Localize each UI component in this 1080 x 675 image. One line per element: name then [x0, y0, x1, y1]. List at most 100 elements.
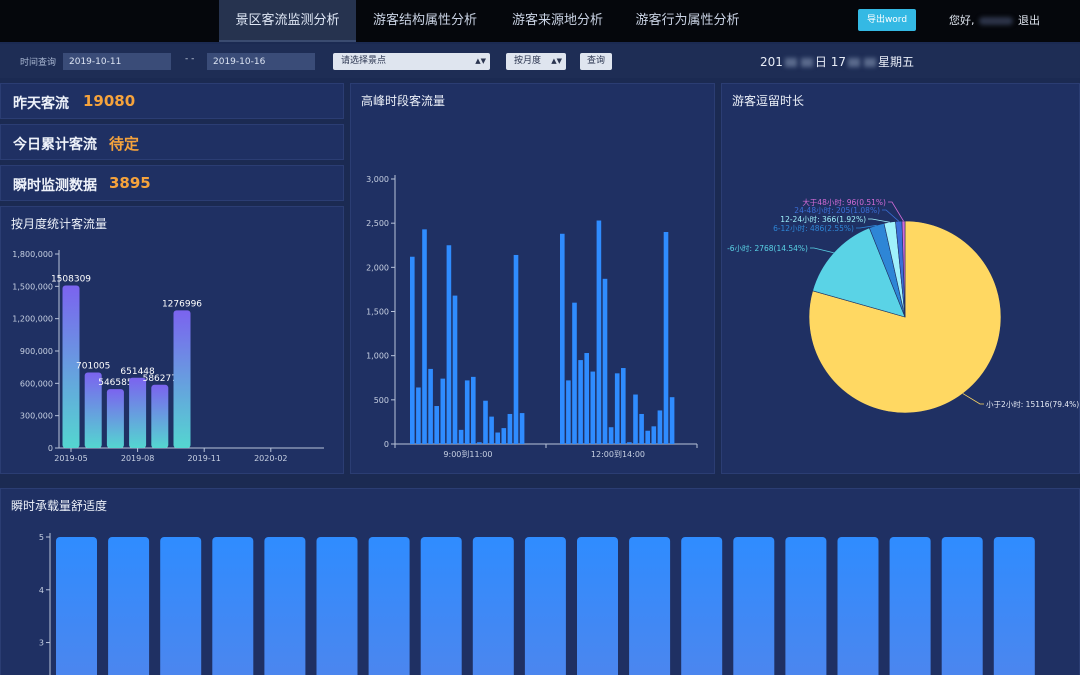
yesterday-flow-label: 昨天客流 — [13, 96, 69, 112]
datetime-part-a: 201 — [760, 55, 783, 69]
peak-hour-bar — [483, 400, 488, 444]
query-button[interactable]: 查询 — [580, 53, 612, 70]
export-word-button[interactable]: 导出word — [858, 9, 916, 31]
pie-leader-line — [868, 218, 890, 223]
comfort-bar — [524, 537, 566, 675]
monthly-bar — [129, 377, 147, 448]
pie-slice-label: 6-12小时: 486(2.55%) — [773, 223, 854, 233]
peak-hour-bar — [513, 254, 519, 444]
stay-duration-pie-chart: 小于2小时: 15116(79.4%) -6小时: 2768(14.54%) 6-1… — [727, 197, 1079, 414]
scenic-spot-placeholder: 请选择景点 — [341, 56, 387, 66]
comfort-chart: 2345 — [39, 533, 1035, 675]
x-tick-label: 12:00到14:00 — [591, 450, 645, 459]
scenic-spot-select[interactable]: 请选择景点 ▲▼ — [333, 53, 490, 70]
comfort-bar — [629, 537, 671, 675]
monthly-bar — [173, 310, 191, 448]
y-tick-label: 4 — [39, 586, 44, 595]
x-tick-label: 2020-02 — [254, 454, 287, 463]
tab-visitor-origin[interactable]: 游客来源地分析 — [495, 0, 620, 42]
end-date-input[interactable] — [207, 53, 315, 70]
datetime-redacted — [864, 58, 876, 67]
comfort-bar — [837, 537, 879, 675]
tab-visitor-behavior[interactable]: 游客行为属性分析 — [625, 0, 750, 42]
greeting-text: 您好, — [949, 14, 975, 27]
y-tick-label: 3,000 — [366, 175, 389, 184]
peak-hour-bar — [657, 410, 663, 444]
monthly-flow-chart: 0 300,000 600,000 900,000 1,200,000 1,500,000… — [12, 250, 324, 463]
peak-hour-bar — [477, 442, 482, 444]
current-datetime: 201 日 17 星期五 — [760, 53, 914, 70]
comfort-bar — [368, 537, 410, 675]
datetime-redacted — [800, 58, 813, 67]
peak-hour-bar — [440, 378, 446, 444]
monthly-bar-value-label: 1508309 — [51, 274, 91, 284]
period-value: 按月度 — [514, 56, 542, 66]
comfort-bar — [56, 537, 97, 675]
y-tick-label: 0 — [48, 444, 53, 453]
peak-hour-bar — [416, 387, 421, 444]
comfort-bar — [681, 537, 723, 675]
username-redacted — [978, 17, 1013, 25]
comfort-bar — [577, 537, 618, 675]
monthly-bar-value-label: 1276996 — [162, 299, 202, 309]
comfort-bar — [212, 537, 254, 675]
y-tick-label: 900,000 — [20, 347, 53, 356]
peak-hour-bar — [566, 380, 571, 444]
y-tick-label: 1,500 — [366, 308, 389, 317]
comfort-bar — [420, 537, 462, 675]
peak-hour-bar — [608, 427, 614, 444]
monthly-bar-value-label: 701005 — [76, 361, 110, 371]
datetime-redacted — [848, 58, 860, 67]
monthly-bar-value-label: 586277 — [143, 374, 177, 384]
y-tick-label: 2,500 — [366, 219, 389, 228]
tab-visitor-structure[interactable]: 游客结构属性分析 — [360, 0, 490, 42]
y-tick-label: 600,000 — [20, 379, 53, 388]
query-bar: 时间查询 - - 请选择景点 ▲▼ 按月度 ▲▼ 查询 201 日 17 星期五 — [0, 44, 1080, 78]
comfort-bar — [316, 537, 358, 675]
select-arrows-icon: ▲▼ — [475, 57, 486, 65]
peak-hour-bar — [633, 394, 638, 444]
time-query-label: 时间查询 — [20, 58, 57, 68]
logout-link[interactable]: 退出 — [1018, 0, 1040, 42]
y-tick-label: 3 — [39, 639, 44, 648]
peak-hour-bar — [639, 413, 644, 444]
peak-hour-bar — [602, 278, 608, 444]
peak-hour-bar — [645, 430, 650, 444]
datetime-part-b: 日 17 — [814, 55, 846, 69]
date-separator: - - — [185, 54, 195, 64]
stay-duration-panel: 游客逗留时长 小于2小时: 15116(79.4%) -6小时: 2768(14.… — [721, 83, 1080, 474]
realtime-monitor-value: 3895 — [109, 174, 151, 192]
peak-hour-bar — [578, 360, 583, 444]
period-select[interactable]: 按月度 ▲▼ — [506, 53, 566, 70]
peak-hour-bar — [471, 376, 476, 444]
monthly-bar-value-label: 546585 — [98, 378, 132, 388]
peak-hour-bar — [495, 432, 500, 444]
monthly-bar — [106, 389, 124, 448]
datetime-part-c: 星期五 — [878, 55, 915, 69]
pie-slice-label: -6小时: 2768(14.54%) — [727, 243, 808, 253]
start-date-input[interactable] — [63, 53, 171, 70]
peak-hours-chart: 0 500 1,000 1,500 2,000 2,500 3,000 9:00到11:00 1… — [366, 175, 698, 459]
monthly-flow-panel: 按月度统计客流量 0 300,000 600,000 900,000 1,200,000… — [0, 206, 344, 474]
y-tick-label: 5 — [39, 533, 44, 542]
y-tick-label: 300,000 — [20, 412, 53, 421]
peak-hour-bar — [507, 413, 513, 444]
peak-hour-bar — [572, 302, 577, 444]
realtime-monitor-label: 瞬时监测数据 — [13, 178, 97, 194]
peak-hour-bar — [452, 295, 458, 444]
top-navigation: 景区客流监测分析 游客结构属性分析 游客来源地分析 游客行为属性分析 导出wor… — [0, 0, 1080, 42]
x-tick-label: 2019-11 — [187, 454, 220, 463]
pie-leader-line — [962, 393, 984, 405]
peak-hour-bar — [428, 368, 433, 444]
comfort-bar — [472, 537, 514, 675]
peak-hour-bar — [410, 256, 415, 444]
y-tick-label: 1,500,000 — [12, 282, 53, 291]
comfort-bar — [108, 537, 150, 675]
y-tick-label: 1,800,000 — [12, 250, 53, 259]
datetime-redacted — [784, 58, 797, 67]
y-tick-label: 1,000 — [366, 352, 389, 361]
peak-hour-bar — [584, 353, 589, 444]
pie-slice-label: 大于48小时: 96(0.51%) — [802, 197, 886, 207]
today-flow-value: 待定 — [109, 135, 140, 153]
tab-scenic-flow-monitoring[interactable]: 景区客流监测分析 — [219, 0, 356, 42]
